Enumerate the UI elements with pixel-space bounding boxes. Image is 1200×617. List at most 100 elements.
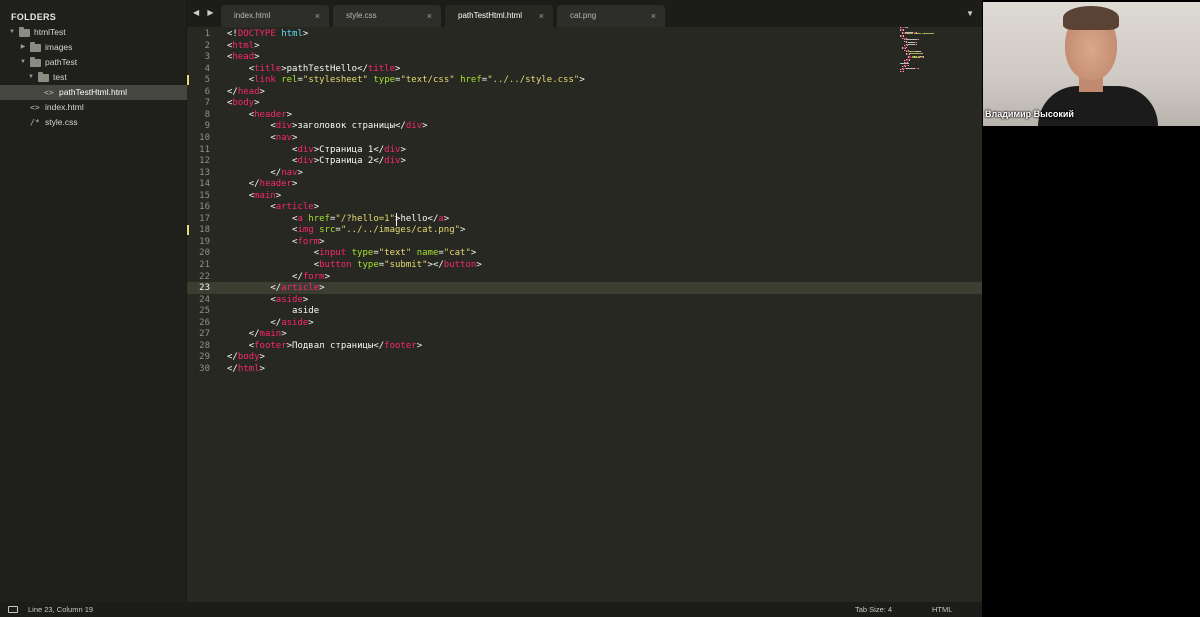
code-token: form: [302, 271, 325, 282]
code-line[interactable]: <html>: [227, 41, 260, 53]
code-token: </: [248, 179, 260, 190]
presenter-body: [1038, 86, 1158, 126]
panel-toggle-icon[interactable]: [8, 606, 18, 613]
code-token: nav: [281, 167, 298, 178]
code-line[interactable]: </article>: [227, 283, 325, 295]
code-line[interactable]: </main>: [227, 329, 287, 341]
line-number: 7: [204, 98, 210, 109]
sidebar-item-htmltest[interactable]: ▼ htmlTest: [0, 25, 187, 40]
code-line[interactable]: <aside>: [227, 295, 308, 307]
code-token: "submit": [384, 260, 428, 270]
code-line[interactable]: <div>Страница 1</div>: [227, 145, 406, 157]
code-token: >: [319, 283, 325, 294]
tab-size-selector[interactable]: Tab Size: 4: [855, 602, 892, 617]
code-line[interactable]: <div>Страница 2</div>: [227, 156, 406, 168]
code-line[interactable]: <div>заголовок страницы</div>: [227, 121, 427, 133]
code-token: >: [302, 294, 309, 305]
close-icon[interactable]: ×: [539, 5, 544, 27]
code-token: input: [319, 248, 347, 259]
code-token: form: [297, 236, 320, 247]
code-line[interactable]: <head>: [227, 52, 260, 64]
tab-label: style.css: [346, 11, 377, 20]
code-line[interactable]: </body>: [227, 352, 265, 364]
code-line[interactable]: </head>: [227, 87, 265, 99]
code-token: >: [259, 352, 265, 363]
code-line[interactable]: <header>: [227, 110, 292, 122]
code-line[interactable]: <article>: [227, 202, 319, 214]
disclosure-expanded-icon[interactable]: ▼: [27, 70, 35, 85]
tab-nav-arrows-icon[interactable]: ◀ ▶: [193, 8, 217, 17]
line-number: 27: [199, 329, 210, 340]
sidebar-item-test[interactable]: ▼ test: [0, 70, 187, 85]
code-token: nav: [275, 132, 293, 143]
code-token: name: [416, 248, 439, 259]
code-token: >: [259, 86, 265, 97]
code-token: >: [416, 340, 423, 351]
line-number: 15: [199, 190, 210, 201]
sidebar-item-style-css[interactable]: /* style.css: [0, 115, 187, 130]
code-token: >: [319, 236, 325, 247]
code-line[interactable]: </form>: [227, 272, 330, 284]
syntax-selector[interactable]: HTML: [932, 602, 952, 617]
minimap-segment: [910, 52, 922, 54]
code-token: ></: [427, 260, 444, 270]
code-area[interactable]: <!DOCTYPE html> <html> <head> <title>pathT…: [227, 27, 907, 602]
code-token: src: [319, 225, 336, 236]
close-icon[interactable]: ×: [651, 5, 656, 27]
tab-cat-png[interactable]: cat.png ×: [557, 5, 665, 27]
minimap[interactable]: [900, 27, 940, 72]
code-token: Страница 1: [319, 144, 374, 155]
close-icon[interactable]: ×: [427, 5, 432, 27]
tab-dropdown-icon[interactable]: ▼: [966, 9, 974, 18]
code-token: </: [357, 63, 368, 74]
sidebar-item-pathtesthtml-html[interactable]: <> pathTestHtml.html: [0, 85, 187, 100]
code-line[interactable]: </html>: [227, 364, 265, 376]
code-line[interactable]: aside: [227, 306, 319, 318]
code-token: </: [248, 329, 260, 340]
line-number: 21: [199, 260, 210, 270]
code-line[interactable]: <footer>Подвал страницы</footer>: [227, 341, 422, 353]
code-token: header: [259, 179, 293, 190]
code-line[interactable]: <button type="submit"></button>: [227, 260, 482, 272]
line-number: 29: [199, 352, 210, 363]
code-token: </: [292, 271, 303, 282]
code-line[interactable]: <nav>: [227, 133, 297, 145]
code-line[interactable]: </aside>: [227, 317, 313, 330]
editor-window: FOLDERS ▼ htmlTest ▶ images ▼ pathTest ▼ test <>…: [0, 0, 982, 617]
code-token: aside: [281, 317, 309, 328]
code-token: Страница 2: [319, 156, 374, 167]
code-line[interactable]: <main>: [227, 191, 282, 203]
line-number: 2: [204, 40, 210, 51]
code-token: >: [443, 213, 450, 224]
tab-pathtesthtml-html[interactable]: pathTestHtml.html ×: [445, 5, 553, 27]
code-line[interactable]: <link rel="stylesheet" type="text/css" h…: [227, 75, 585, 87]
code-token: DOCTYPE: [237, 29, 276, 39]
sidebar-item-images[interactable]: ▶ images: [0, 40, 187, 55]
code-line[interactable]: <a href="/?hello=1">hello</a>: [227, 214, 449, 226]
disclosure-collapsed-icon[interactable]: ▶: [19, 40, 27, 55]
code-line[interactable]: <img src="../../images/cat.png">: [227, 225, 465, 237]
close-icon[interactable]: ×: [315, 5, 320, 27]
code-line[interactable]: </nav>: [227, 168, 303, 180]
tab-index-html[interactable]: index.html ×: [221, 5, 329, 27]
code-line[interactable]: <body>: [227, 98, 260, 110]
line-number: 4: [204, 63, 210, 74]
sidebar-item-index-html[interactable]: <> index.html: [0, 100, 187, 115]
code-line[interactable]: <!DOCTYPE html>: [227, 29, 308, 41]
code-token: "cat": [443, 248, 471, 259]
code-token: html: [232, 40, 255, 51]
code-line[interactable]: <input type="text" name="cat">: [227, 248, 477, 260]
disclosure-expanded-icon[interactable]: ▼: [8, 25, 16, 40]
tab-style-css[interactable]: style.css ×: [333, 5, 441, 27]
disclosure-expanded-icon[interactable]: ▼: [19, 55, 27, 70]
code-line[interactable]: <title>pathTestHello</title>: [227, 63, 401, 76]
code-line[interactable]: <form>: [227, 237, 325, 249]
sidebar-item-pathtest[interactable]: ▼ pathTest: [0, 55, 187, 70]
code-line[interactable]: </header>: [227, 179, 298, 191]
